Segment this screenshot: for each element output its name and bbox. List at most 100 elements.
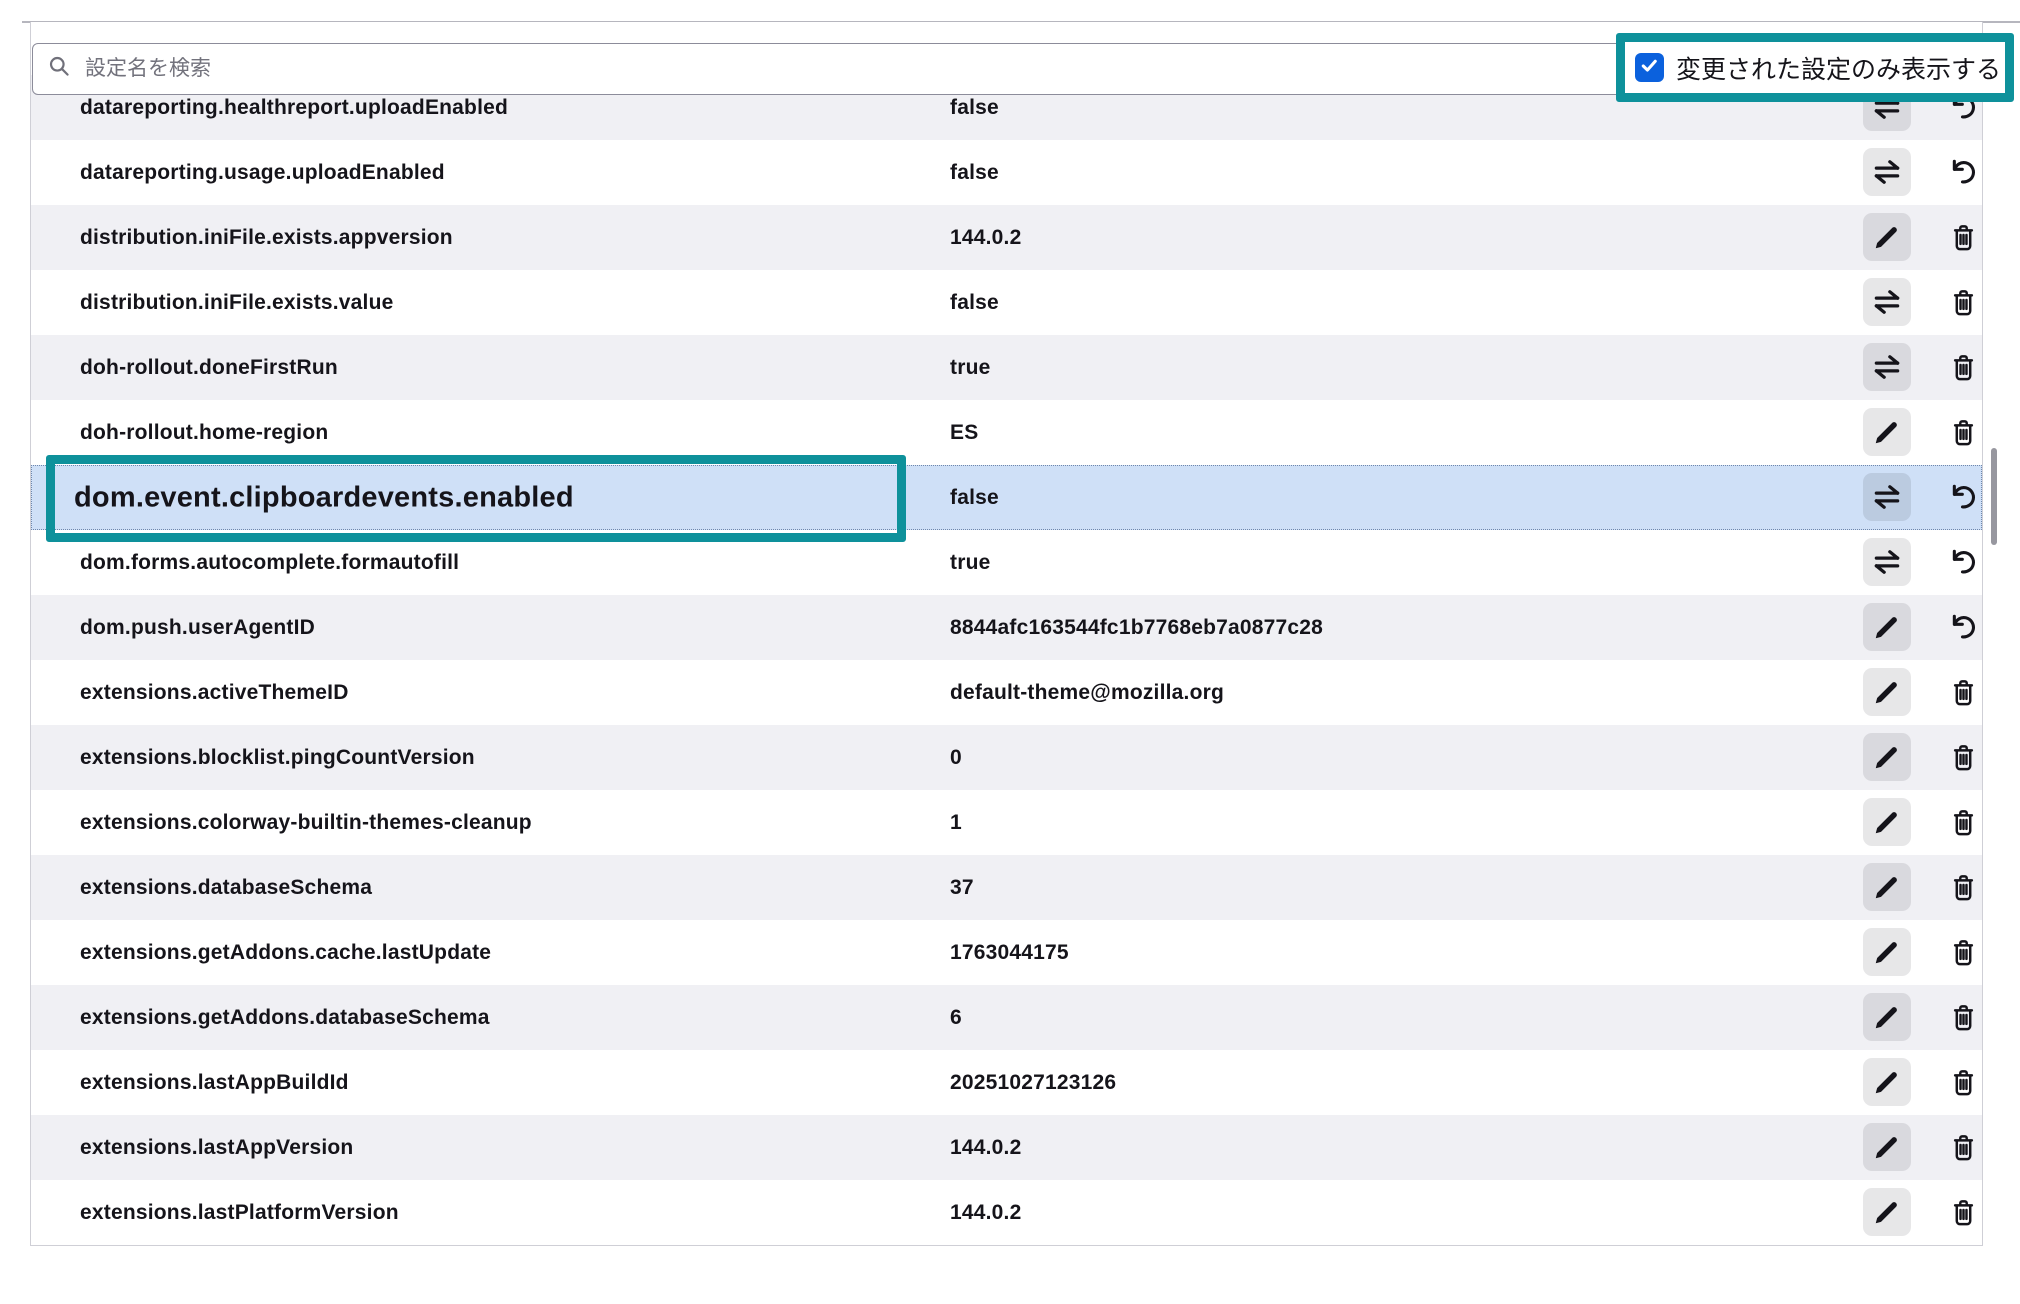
delete-button[interactable] bbox=[1939, 863, 1987, 911]
pref-value: 144.0.2 bbox=[950, 1136, 1021, 1160]
delete-icon bbox=[1948, 352, 1979, 383]
pref-value: 144.0.2 bbox=[950, 226, 1021, 250]
edit-icon bbox=[1872, 417, 1902, 447]
toggle-button[interactable] bbox=[1863, 148, 1911, 196]
delete-button[interactable] bbox=[1939, 278, 1987, 326]
delete-button[interactable] bbox=[1939, 928, 1987, 976]
delete-icon bbox=[1948, 1002, 1979, 1033]
pref-name: extensions.activeThemeID bbox=[80, 681, 349, 705]
edit-button[interactable] bbox=[1863, 668, 1911, 716]
table-row[interactable]: extensions.activeThemeIDdefault-theme@mo… bbox=[31, 660, 1982, 725]
toggle-button[interactable] bbox=[1863, 278, 1911, 326]
toggle-button[interactable] bbox=[1863, 473, 1911, 521]
reset-icon bbox=[1947, 546, 1979, 578]
toggle-icon bbox=[1870, 285, 1904, 319]
filter-checkbox[interactable] bbox=[1635, 53, 1664, 82]
edit-button[interactable] bbox=[1863, 1058, 1911, 1106]
edit-button[interactable] bbox=[1863, 733, 1911, 781]
table-row[interactable]: distribution.iniFile.exists.appversion 14… bbox=[31, 205, 1982, 270]
pref-value: true bbox=[950, 551, 990, 575]
toggle-button[interactable] bbox=[1863, 343, 1911, 391]
table-row[interactable]: datareporting.usage.uploadEnabled false bbox=[31, 140, 1982, 205]
reset-button[interactable] bbox=[1939, 473, 1987, 521]
table-row[interactable]: extensions.getAddons.databaseSchema6 bbox=[31, 985, 1982, 1050]
pref-name: distribution.iniFile.exists.value bbox=[80, 291, 394, 315]
delete-icon bbox=[1948, 872, 1979, 903]
delete-icon bbox=[1948, 1132, 1979, 1163]
delete-button[interactable] bbox=[1939, 1123, 1987, 1171]
table-row[interactable]: dom.event.clipboardevents.enabledfalse bbox=[31, 465, 1982, 530]
delete-button[interactable] bbox=[1939, 408, 1987, 456]
pref-value: ES bbox=[950, 421, 978, 445]
pref-name: dom.push.userAgentID bbox=[80, 616, 315, 640]
table-row[interactable]: extensions.lastPlatformVersion144.0.2 bbox=[31, 1180, 1982, 1245]
edit-button[interactable] bbox=[1863, 993, 1911, 1041]
delete-icon bbox=[1948, 677, 1979, 708]
edit-icon bbox=[1872, 1002, 1902, 1032]
reset-button[interactable] bbox=[1939, 603, 1987, 651]
edit-icon bbox=[1872, 222, 1902, 252]
delete-button[interactable] bbox=[1939, 733, 1987, 781]
filter-checkbox-label[interactable]: 変更された設定のみ表示する bbox=[1676, 50, 2001, 86]
edit-icon bbox=[1872, 937, 1902, 967]
pref-value: 0 bbox=[950, 746, 962, 770]
table-row[interactable]: doh-rollout.home-regionES bbox=[31, 400, 1982, 465]
annotation-box-filter: 変更された設定のみ表示する bbox=[1616, 33, 2014, 102]
edit-button[interactable] bbox=[1863, 798, 1911, 846]
edit-button[interactable] bbox=[1863, 1188, 1911, 1236]
edit-button[interactable] bbox=[1863, 1123, 1911, 1171]
pref-name: dom.event.clipboardevents.enabled bbox=[74, 481, 574, 514]
edit-button[interactable] bbox=[1863, 213, 1911, 261]
table-row[interactable]: extensions.getAddons.cache.lastUpdate176… bbox=[31, 920, 1982, 985]
table-row[interactable]: extensions.databaseSchema37 bbox=[31, 855, 1982, 920]
pref-name: distribution.iniFile.exists.appversion bbox=[80, 226, 453, 250]
vertical-scrollbar-thumb[interactable] bbox=[1991, 448, 1997, 545]
pref-value: false bbox=[950, 96, 999, 120]
edit-icon bbox=[1872, 807, 1902, 837]
table-row[interactable]: dom.forms.autocomplete.formautofill true bbox=[31, 530, 1982, 595]
pref-value: false bbox=[950, 291, 999, 315]
edit-icon bbox=[1872, 1132, 1902, 1162]
delete-button[interactable] bbox=[1939, 343, 1987, 391]
edit-icon bbox=[1872, 742, 1902, 772]
delete-button[interactable] bbox=[1939, 993, 1987, 1041]
pref-value: 20251027123126 bbox=[950, 1071, 1116, 1095]
table-row[interactable]: doh-rollout.doneFirstRuntrue bbox=[31, 335, 1982, 400]
delete-button[interactable] bbox=[1939, 1058, 1987, 1106]
edit-button[interactable] bbox=[1863, 408, 1911, 456]
toggle-icon bbox=[1870, 545, 1904, 579]
pref-name: datareporting.usage.uploadEnabled bbox=[80, 161, 445, 185]
delete-button[interactable] bbox=[1939, 798, 1987, 846]
table-row[interactable]: distribution.iniFile.exists.value false bbox=[31, 270, 1982, 335]
table-row[interactable]: extensions.lastAppVersion 144.0.2 bbox=[31, 1115, 1982, 1180]
table-row[interactable]: extensions.colorway-builtin-themes-clean… bbox=[31, 790, 1982, 855]
search-icon bbox=[47, 54, 73, 85]
pref-value: 37 bbox=[950, 876, 974, 900]
edit-icon bbox=[1872, 677, 1902, 707]
reset-button[interactable] bbox=[1939, 538, 1987, 586]
delete-icon bbox=[1948, 222, 1979, 253]
edit-button[interactable] bbox=[1863, 863, 1911, 911]
delete-icon bbox=[1948, 1197, 1979, 1228]
delete-button[interactable] bbox=[1939, 668, 1987, 716]
pref-value: true bbox=[950, 356, 990, 380]
pref-value: 1763044175 bbox=[950, 941, 1069, 965]
toggle-button[interactable] bbox=[1863, 538, 1911, 586]
table-row[interactable]: dom.push.userAgentID8844afc163544fc1b776… bbox=[31, 595, 1982, 660]
pref-name: extensions.getAddons.databaseSchema bbox=[80, 1006, 490, 1030]
table-row[interactable]: extensions.lastAppBuildId20251027123126 bbox=[31, 1050, 1982, 1115]
delete-button[interactable] bbox=[1939, 1188, 1987, 1236]
delete-icon bbox=[1948, 807, 1979, 838]
delete-icon bbox=[1948, 287, 1979, 318]
delete-button[interactable] bbox=[1939, 213, 1987, 261]
table-row[interactable]: extensions.blocklist.pingCountVersion0 bbox=[31, 725, 1982, 790]
pref-name: dom.forms.autocomplete.formautofill bbox=[80, 551, 459, 575]
toggle-icon bbox=[1870, 350, 1904, 384]
toggle-icon bbox=[1870, 155, 1904, 189]
reset-icon bbox=[1947, 156, 1979, 188]
edit-button[interactable] bbox=[1863, 928, 1911, 976]
pref-value: false bbox=[950, 161, 999, 185]
pref-name: extensions.lastAppVersion bbox=[80, 1136, 353, 1160]
edit-button[interactable] bbox=[1863, 603, 1911, 651]
reset-button[interactable] bbox=[1939, 148, 1987, 196]
